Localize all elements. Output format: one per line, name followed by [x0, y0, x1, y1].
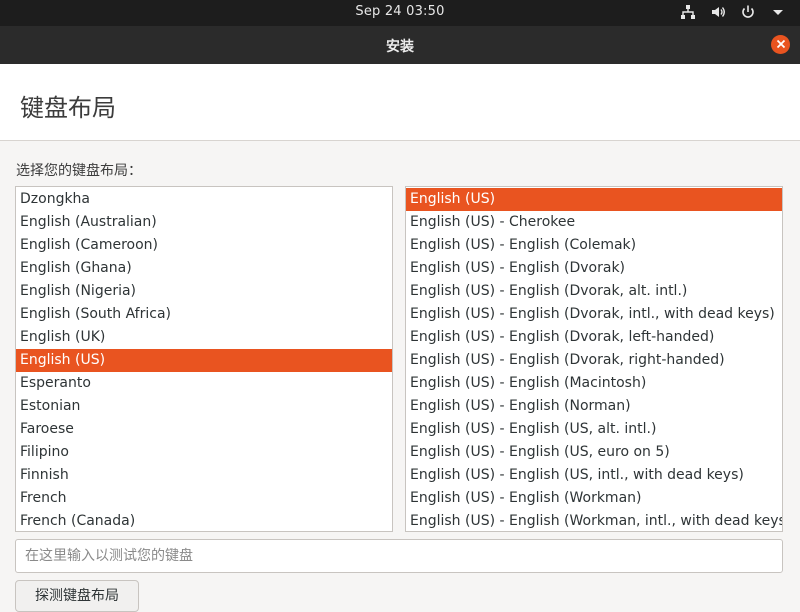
layout-prompt-label: 选择您的键盘布局： — [16, 163, 142, 179]
detect-keyboard-layout-button[interactable]: 探测键盘布局 — [15, 580, 139, 612]
layout-list-item[interactable]: Faroese — [16, 418, 392, 441]
variant-list-item[interactable]: English (US) - English (Dvorak, right-ha… — [406, 349, 782, 372]
layout-list-item[interactable]: Dzongkha — [16, 188, 392, 211]
variant-list-item[interactable]: English (US) - English (Workman, intl., … — [406, 510, 782, 531]
window-titlebar: 安装 — [0, 26, 800, 65]
variant-list-item[interactable]: English (US) — [406, 188, 782, 211]
layout-list-item[interactable]: English (UK) — [16, 326, 392, 349]
layout-list-item[interactable]: French (Canada) — [16, 510, 392, 531]
variant-list-item[interactable]: English (US) - English (Macintosh) — [406, 372, 782, 395]
layout-list-item[interactable]: French — [16, 487, 392, 510]
variant-list-item[interactable]: English (US) - English (US, intl., with … — [406, 464, 782, 487]
variant-list-item[interactable]: English (US) - English (Workman) — [406, 487, 782, 510]
keyboard-test-input[interactable] — [15, 539, 783, 573]
layout-list-item[interactable]: English (US) — [16, 349, 392, 372]
variant-list-item[interactable]: English (US) - English (US, alt. intl.) — [406, 418, 782, 441]
layout-list-item[interactable]: Estonian — [16, 395, 392, 418]
keyboard-layout-list[interactable]: Dzongkha English (Australian) English (Cam… — [15, 186, 393, 532]
layout-list-item[interactable]: English (Australian) — [16, 211, 392, 234]
system-tray[interactable] — [680, 4, 786, 20]
layout-list-item[interactable]: English (Cameroon) — [16, 234, 392, 257]
close-icon — [776, 39, 786, 51]
layout-list-item[interactable]: Finnish — [16, 464, 392, 487]
variant-list-item[interactable]: English (US) - English (Dvorak, alt. int… — [406, 280, 782, 303]
keyboard-variant-list[interactable]: English (US) English (US) - Cherokee Engli… — [405, 186, 783, 532]
power-icon[interactable] — [740, 4, 756, 20]
variant-list-item[interactable]: English (US) - English (Dvorak, left-han… — [406, 326, 782, 349]
layout-list-item[interactable]: English (Nigeria) — [16, 280, 392, 303]
variant-list-item[interactable]: English (US) - English (Norman) — [406, 395, 782, 418]
chevron-down-icon[interactable] — [770, 4, 786, 20]
layout-list-item[interactable]: English (Ghana) — [16, 257, 392, 280]
system-top-bar: Sep 24 03:50 — [0, 0, 800, 26]
page-title: 键盘布局 — [20, 94, 116, 122]
volume-icon[interactable] — [710, 4, 726, 20]
layout-list-item[interactable]: English (South Africa) — [16, 303, 392, 326]
variant-list-item[interactable]: English (US) - English (US, euro on 5) — [406, 441, 782, 464]
layout-list-item[interactable]: Filipino — [16, 441, 392, 464]
variant-list-item[interactable]: English (US) - English (Dvorak) — [406, 257, 782, 280]
page-header: 键盘布局 — [0, 64, 800, 141]
network-icon[interactable] — [680, 4, 696, 20]
window-title: 安装 — [386, 39, 414, 55]
variant-list-item[interactable]: English (US) - English (Colemak) — [406, 234, 782, 257]
layout-list-item[interactable]: Esperanto — [16, 372, 392, 395]
variant-list-item[interactable]: English (US) - English (Dvorak, intl., w… — [406, 303, 782, 326]
close-button[interactable] — [771, 35, 790, 54]
variant-list-item[interactable]: English (US) - Cherokee — [406, 211, 782, 234]
